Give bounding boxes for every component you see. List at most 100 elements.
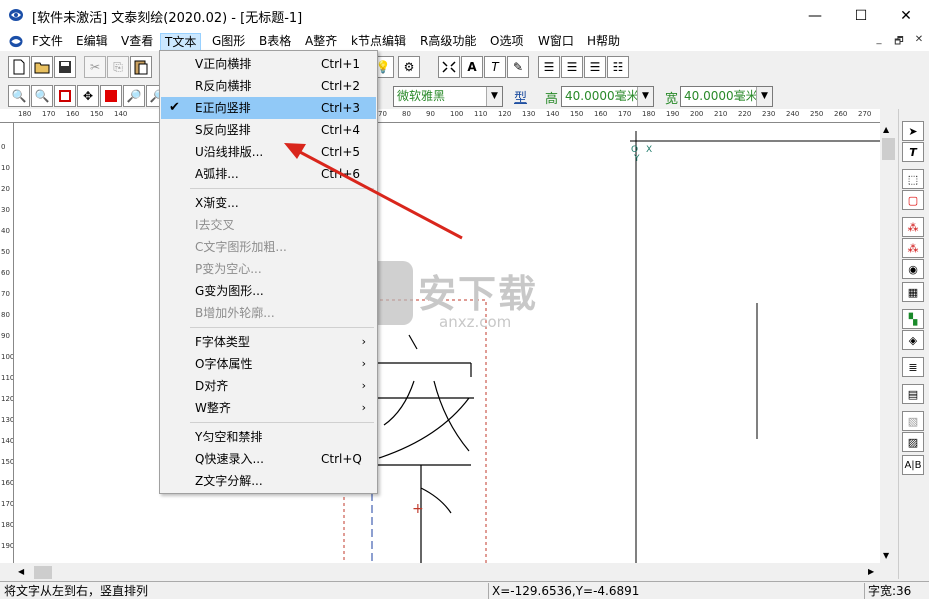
justify-icon[interactable]: ☷ [607,56,629,78]
status-bar: 将文字从左到右，竖直排列 X=-129.6536,Y=-4.6891 字宽:36 [0,581,929,599]
save-icon[interactable] [54,56,76,78]
menu-node-edit[interactable]: k节点编辑 [347,33,410,51]
height-input[interactable]: 40.0000毫米 ▼ [561,86,654,107]
copy-icon[interactable]: ⎘ [107,56,129,78]
cherry-tool-icon[interactable]: ⁂ [902,217,924,237]
ruler-h-tick: 80 [402,110,411,118]
ruler-v-tick: 0 [1,143,6,151]
text-menu-item[interactable]: R反向横排 Ctrl+2 [161,75,376,97]
align-center-icon[interactable]: ☰ [561,56,583,78]
vertical-scrollbar[interactable]: ▲ ▼ [880,123,897,565]
node-tool-icon[interactable]: ⬚ [902,169,924,189]
text-menu-item[interactable]: Y匀空和禁排 [161,426,376,448]
mdi-restore-button[interactable]: 🗗 [890,34,908,48]
ab-text-tool-icon[interactable]: A|B [902,455,924,475]
text-menu-item[interactable]: W整齐 › [161,397,376,419]
ruler-h-tick: 160 [66,110,80,118]
menu-align[interactable]: A整齐 [301,33,341,51]
edit-box-icon[interactable]: ✎ [507,56,529,78]
gear-icon[interactable]: ⚙ [398,56,420,78]
list-tool-icon[interactable]: ≣ [902,357,924,377]
zoom-in-icon[interactable]: 🔍 [8,85,30,107]
text-menu-item[interactable]: O字体属性 › [161,353,376,375]
menu-file[interactable]: F文件 [28,33,67,51]
tool-palette: ➤ T ⬚ ▢ ⁂ ⁂ ◉ ▦ ▚ ◈ ≣ ▤ ▧ ▨ A|B [898,109,929,579]
menu-text[interactable]: T文本 [160,33,202,51]
disabled-tool-icon[interactable]: ▧ [902,411,924,431]
horizontal-scroll-thumb[interactable] [34,566,52,579]
vertical-scroll-thumb[interactable] [882,138,895,160]
text-menu-item[interactable]: G变为图形... [161,280,376,302]
mdi-close-button[interactable]: ✕ [910,34,928,48]
scroll-up-icon[interactable]: ▲ [883,125,889,134]
text-menu-item[interactable]: U沿线排版... Ctrl+5 [161,141,376,163]
menu-advanced[interactable]: R高级功能 [416,33,480,51]
text-menu-item: B增加外轮廓... [161,302,376,324]
status-char-width: 字宽:36 [864,583,911,599]
paste-icon[interactable] [130,56,152,78]
text-menu-item[interactable]: A弧排... Ctrl+6 [161,163,376,185]
minimize-button[interactable]: — [792,0,838,31]
text-menu-item[interactable]: Q快速录入... Ctrl+Q [161,448,376,470]
text-a-icon[interactable]: A [461,56,483,78]
menu-separator [190,327,374,328]
rectangle-tool-icon[interactable]: ▢ [902,190,924,210]
horizontal-scrollbar[interactable]: ◀ ▶ [14,564,880,581]
text-menu-item: I去交叉 [161,214,376,236]
ruler-h-tick: 130 [522,110,536,118]
color-grid-tool-icon[interactable]: ▚ [902,309,924,329]
zoom-page-icon[interactable] [54,85,76,107]
text-menu-item[interactable]: ✔ E正向竖排 Ctrl+3 [161,97,376,119]
table-tool-icon[interactable]: ▦ [902,282,924,302]
fill-tool-icon[interactable]: ◈ [902,330,924,350]
text-menu-item[interactable]: X渐变... [161,192,376,214]
text-menu-item[interactable]: S反向竖排 Ctrl+4 [161,119,376,141]
menu-help[interactable]: H帮助 [583,33,624,51]
ruler-v-tick: 10 [1,164,10,172]
scroll-right-icon[interactable]: ▶ [868,567,874,576]
color-red-icon[interactable] [100,85,122,107]
menu-table[interactable]: B表格 [255,33,295,51]
new-file-icon[interactable] [8,56,30,78]
text-menu-dropdown: V正向横排 Ctrl+1 R反向横排 Ctrl+2 ✔ E正向竖排 Ctrl+3 S反向竖排 C… [159,50,378,494]
text-italic-icon[interactable]: T [484,56,506,78]
text-menu-item[interactable]: Z文字分解... [161,470,376,492]
menu-view[interactable]: V查看 [117,33,157,51]
zoom-out-icon[interactable]: 🔍 [31,85,53,107]
page-tool-icon[interactable]: ▤ [902,384,924,404]
scroll-down-icon[interactable]: ▼ [883,551,889,560]
close-button[interactable]: ✕ [883,0,929,31]
open-folder-icon[interactable] [31,56,53,78]
status-coordinates: X=-129.6536,Y=-4.6891 [488,583,868,599]
menu-edit[interactable]: E编辑 [72,33,112,51]
text-menu-item[interactable]: V正向横排 Ctrl+1 [161,53,376,75]
font-type-button[interactable]: 型 [514,87,527,106]
drawing-canvas[interactable]: + O X Y 安下载 anxz.com [14,123,880,563]
menu-graphics[interactable]: G图形 [208,33,249,51]
ruler-v-tick: 30 [1,206,10,214]
maximize-button[interactable]: ☐ [838,0,884,31]
pointer-tool-icon[interactable]: ➤ [902,121,924,141]
zoom-select-icon[interactable]: 🔎 [123,85,145,107]
font-name-select[interactable]: 微软雅黑 ▼ [393,86,503,107]
cut-icon[interactable]: ✂ [84,56,106,78]
pan-icon[interactable]: ✥ [77,85,99,107]
scale-arrows-icon[interactable] [438,56,460,78]
text-menu-item-label: V正向横排 [195,57,252,71]
align-right-icon[interactable]: ☰ [584,56,606,78]
text-menu-item[interactable]: D对齐 › [161,375,376,397]
menu-options[interactable]: O选项 [486,33,527,51]
menu-window[interactable]: W窗口 [534,33,578,51]
text-menu-item[interactable]: F字体类型 › [161,331,376,353]
width-input[interactable]: 40.0000毫米 ▼ [680,86,773,107]
text-tool-icon[interactable]: T [902,142,924,162]
align-left-icon[interactable]: ☰ [538,56,560,78]
text-menu-item-shortcut: Ctrl+1 [321,57,361,71]
import-tool-icon[interactable]: ▨ [902,432,924,452]
scroll-left-icon[interactable]: ◀ [18,567,24,576]
page-guides: + [343,131,880,563]
mdi-minimize-button[interactable]: _ [870,34,888,48]
cherry-edit-tool-icon[interactable]: ⁂ [902,238,924,258]
shapes-tool-icon[interactable]: ◉ [902,259,924,279]
ruler-h-tick: 70 [378,110,387,118]
